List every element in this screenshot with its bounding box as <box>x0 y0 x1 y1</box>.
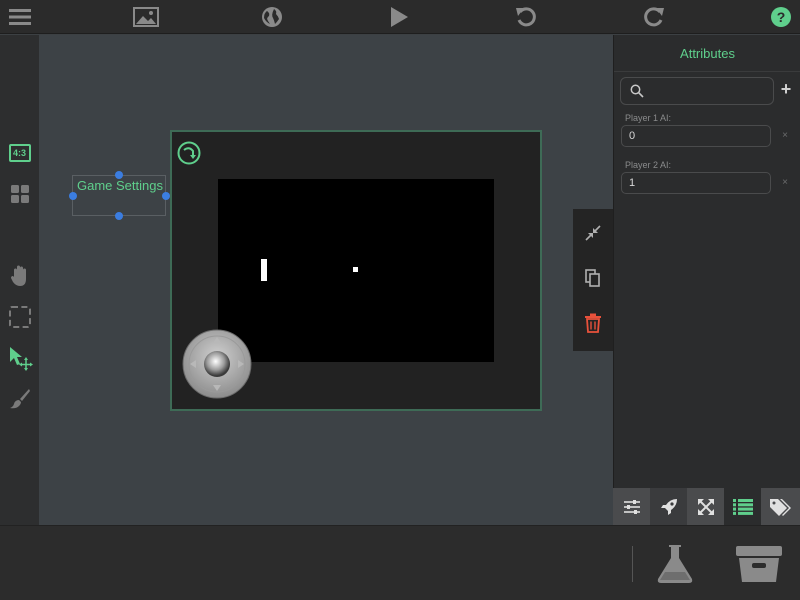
collapse-icon[interactable] <box>573 211 613 255</box>
panel-title: Attributes <box>614 35 800 72</box>
hand-pan-icon[interactable] <box>0 258 39 294</box>
help-icon[interactable]: ? <box>761 0 800 34</box>
panel-tab-bar <box>613 488 800 525</box>
resize-handle-top[interactable] <box>115 171 123 179</box>
attribute-label: Player 2 AI: <box>625 160 672 170</box>
aspect-ratio-label: 4:3 <box>12 148 26 158</box>
ball <box>353 267 358 272</box>
delete-icon[interactable] <box>573 301 613 345</box>
bottom-bar <box>0 525 800 600</box>
attribute-search-input[interactable] <box>620 77 774 105</box>
joystick-icon[interactable] <box>182 329 252 399</box>
duplicate-icon[interactable] <box>573 256 613 300</box>
delete-attribute-button[interactable]: × <box>779 177 791 188</box>
aspect-ratio-button[interactable]: 4:3 <box>0 135 39 171</box>
game-settings-label: Game Settings <box>77 178 163 193</box>
editor-app: ? 4:3 Game Settings Attributes + Player … <box>0 0 800 600</box>
rotate-handle-icon[interactable] <box>177 141 201 165</box>
hamburger-menu-icon[interactable] <box>0 0 40 34</box>
player-1-ai-field[interactable]: 0 <box>621 125 771 147</box>
select-move-icon[interactable] <box>0 340 39 376</box>
redo-icon[interactable] <box>634 0 674 34</box>
paddle <box>261 259 267 281</box>
sliders-icon[interactable] <box>613 488 650 525</box>
search-icon <box>630 84 644 98</box>
grid-icon[interactable] <box>0 176 39 212</box>
attribute-label: Player 1 AI: <box>625 113 672 123</box>
archive-box-icon[interactable] <box>734 544 784 584</box>
resize-handle-bottom[interactable] <box>115 212 123 220</box>
attributes-panel: Attributes + Player 1 AI: 0 × Player 2 A… <box>613 35 800 525</box>
top-toolbar: ? <box>0 0 800 34</box>
divider <box>632 546 633 582</box>
brush-icon[interactable] <box>0 380 39 416</box>
list-icon[interactable] <box>724 488 761 525</box>
object-context-toolbar <box>573 209 613 351</box>
add-attribute-button[interactable]: + <box>777 79 795 99</box>
flask-icon[interactable] <box>654 543 696 585</box>
play-icon[interactable] <box>379 0 419 34</box>
rocket-icon[interactable] <box>650 488 687 525</box>
player-2-ai-field[interactable]: 1 <box>621 172 771 194</box>
resize-handle-right[interactable] <box>162 192 170 200</box>
image-icon[interactable] <box>126 0 166 34</box>
delete-attribute-button[interactable]: × <box>779 130 791 141</box>
undo-icon[interactable] <box>506 0 546 34</box>
expand-icon[interactable] <box>687 488 724 525</box>
game-settings-object[interactable]: Game Settings <box>72 175 166 216</box>
globe-icon[interactable] <box>252 0 292 34</box>
left-tool-bar: 4:3 <box>0 35 39 525</box>
tags-icon[interactable] <box>761 488 800 525</box>
svg-text:?: ? <box>777 9 786 25</box>
resize-handle-left[interactable] <box>69 192 77 200</box>
marquee-select-icon[interactable] <box>0 299 39 335</box>
